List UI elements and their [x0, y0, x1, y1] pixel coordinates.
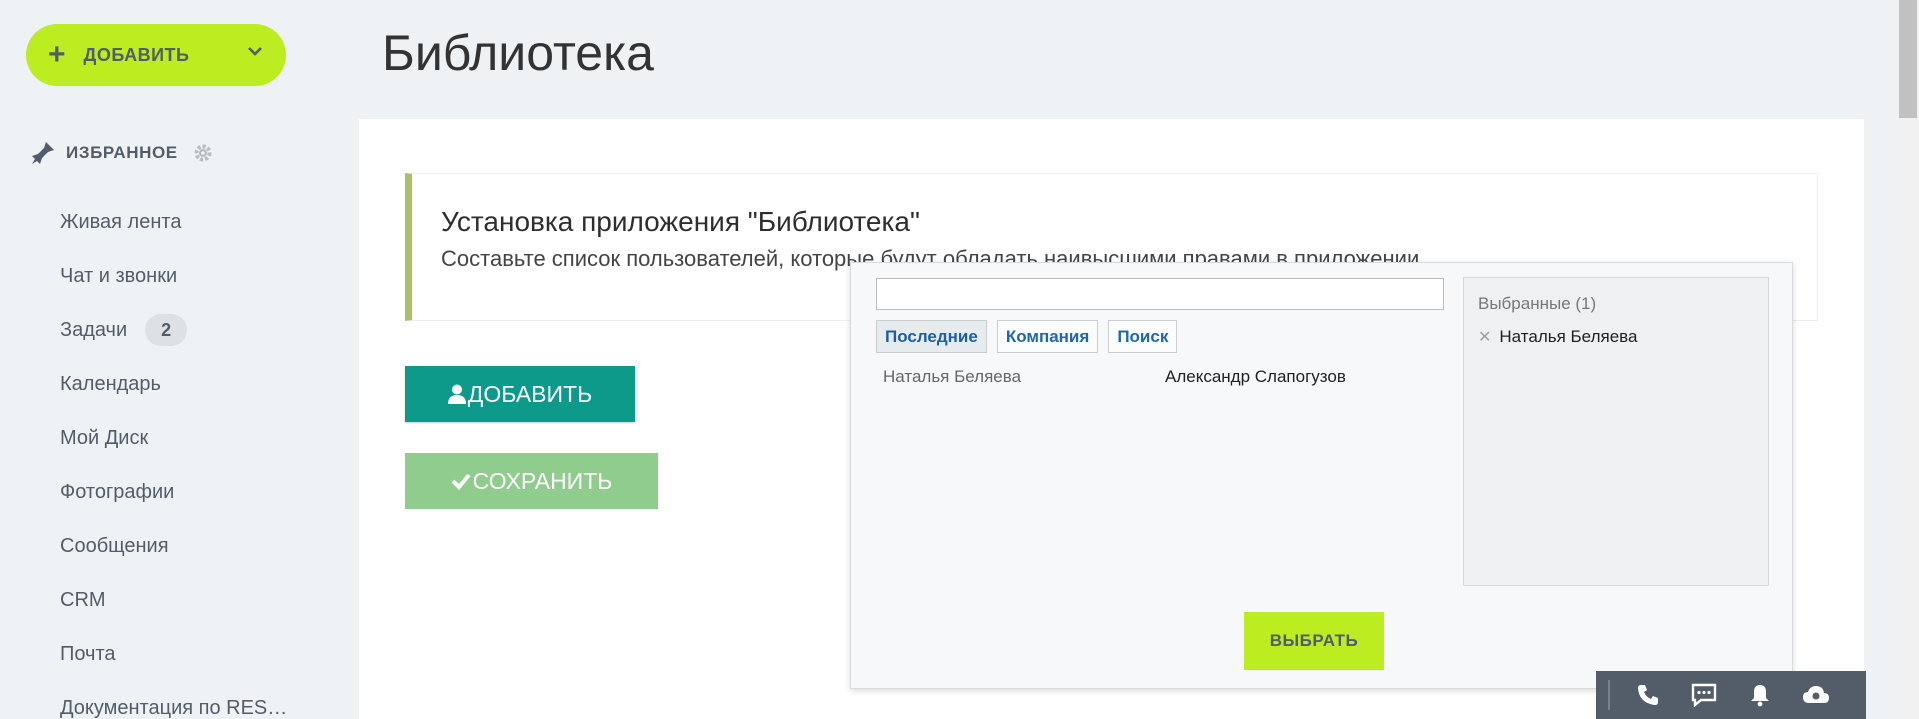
page-title: Библиотека — [382, 25, 654, 81]
sidebar-item-rest-docs[interactable]: Документация по RES… — [60, 681, 287, 719]
sidebar-item-photos[interactable]: Фотографии — [60, 465, 287, 519]
scrollbar-thumb[interactable] — [1899, 0, 1917, 118]
sidebar-item-label: Календарь — [60, 372, 161, 395]
favorites-header: ИЗБРАННОЕ — [30, 140, 214, 166]
sidebar-item-messages[interactable]: Сообщения — [60, 519, 287, 573]
sidebar-item-feed[interactable]: Живая лента — [60, 195, 287, 249]
pin-icon — [32, 142, 54, 164]
tab-search[interactable]: Поиск — [1108, 320, 1178, 353]
user-selector-popup: Последние Компания Поиск Наталья Беляева… — [850, 262, 1793, 689]
add-button[interactable]: + ДОБАВИТЬ — [26, 24, 286, 86]
sidebar-item-label: Живая лента — [60, 210, 182, 233]
sidebar-item-label: Мой Диск — [60, 426, 149, 449]
selected-users-box: Выбранные (1) ✕ Наталья Беляева — [1463, 277, 1769, 586]
chat-icon[interactable] — [1676, 671, 1732, 719]
plus-icon: + — [48, 38, 66, 71]
sidebar-item-calendar[interactable]: Календарь — [60, 357, 287, 411]
tasks-count-badge: 2 — [145, 314, 188, 346]
sidebar-item-label: Почта — [60, 642, 116, 665]
user-item[interactable]: Александр Слапогузов — [1165, 367, 1346, 387]
bell-icon[interactable] — [1732, 671, 1788, 719]
sidebar-item-chat[interactable]: Чат и звонки — [60, 249, 287, 303]
sidebar-item-label: Задачи — [60, 318, 128, 341]
chevron-down-icon[interactable] — [248, 44, 262, 58]
remove-icon[interactable]: ✕ — [1478, 327, 1491, 347]
gear-icon[interactable] — [192, 142, 214, 164]
selected-user-item: ✕ Наталья Беляева — [1478, 327, 1637, 347]
sidebar-item-tasks[interactable]: Задачи 2 — [60, 303, 287, 357]
add-users-label: ДОБАВИТЬ — [467, 380, 593, 407]
sidebar-nav: Живая лента Чат и звонки Задачи 2 Календа… — [60, 195, 287, 719]
user-item[interactable]: Наталья Беляева — [883, 367, 1021, 387]
save-label: СОХРАНИТЬ — [472, 467, 613, 494]
add-users-button[interactable]: ДОБАВИТЬ — [405, 366, 635, 422]
sidebar-item-label: Чат и звонки — [60, 264, 178, 287]
notice-title: Установка приложения "Библиотека" — [441, 206, 920, 237]
bottom-toolbar — [1596, 671, 1866, 719]
favorites-label: ИЗБРАННОЕ — [66, 143, 178, 162]
sidebar-item-crm[interactable]: CRM — [60, 573, 287, 627]
toolbar-separator — [1608, 680, 1610, 710]
sidebar-item-mail[interactable]: Почта — [60, 627, 287, 681]
add-button-label: ДОБАВИТЬ — [83, 44, 190, 65]
phone-icon[interactable] — [1620, 671, 1676, 719]
page-scrollbar[interactable] — [1897, 0, 1919, 719]
save-button[interactable]: СОХРАНИТЬ — [405, 453, 658, 509]
tab-company[interactable]: Компания — [996, 320, 1099, 353]
sidebar-item-label: CRM — [60, 588, 106, 611]
choose-button[interactable]: ВЫБРАТЬ — [1244, 612, 1384, 670]
user-icon — [447, 384, 466, 404]
selector-tabs: Последние Компания Поиск — [876, 320, 1187, 353]
cloud-icon[interactable] — [1788, 671, 1844, 719]
sidebar-item-label: Сообщения — [60, 534, 169, 557]
checkmark-icon — [451, 473, 471, 490]
user-search-input[interactable] — [876, 278, 1444, 310]
tab-recent[interactable]: Последние — [876, 320, 987, 353]
sidebar-item-label: Документация по RES… — [60, 696, 288, 719]
sidebar-item-drive[interactable]: Мой Диск — [60, 411, 287, 465]
selected-header: Выбранные (1) — [1478, 294, 1597, 313]
selected-user-name: Наталья Беляева — [1499, 327, 1638, 346]
sidebar-item-label: Фотографии — [60, 480, 175, 503]
